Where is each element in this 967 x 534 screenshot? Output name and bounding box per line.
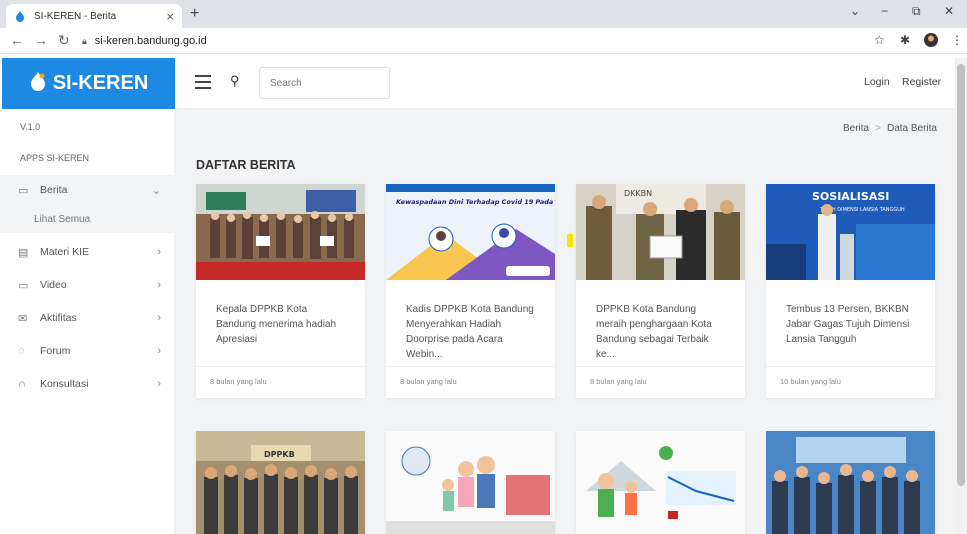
brand-logo[interactable]: SI-KEREN	[2, 58, 175, 109]
tab-title: SI-KEREN - Berita	[34, 10, 117, 22]
news-card[interactable]	[386, 431, 555, 534]
hamburger-menu-icon[interactable]	[195, 75, 211, 89]
url-text: si-keren.bandung.go.id	[94, 35, 207, 47]
chevron-right-icon: ›	[157, 312, 161, 324]
site-favicon-icon	[14, 10, 26, 22]
scrollbar-thumb[interactable]	[957, 64, 965, 486]
sidebar-item-berita[interactable]: ▭ Berita ⌄	[0, 175, 175, 205]
profile-avatar-icon[interactable]	[924, 33, 938, 50]
search-icon[interactable]: ⚲	[230, 73, 240, 89]
sidebar-item-aktifitas[interactable]: ✉ Aktifitas ›	[0, 303, 175, 333]
sidebar-item-materi-kie[interactable]: ▤ Materi KIE ›	[0, 237, 175, 267]
page-title: DAFTAR BERITA	[196, 158, 296, 172]
breadcrumb-separator: >	[875, 123, 881, 134]
newspaper-icon: ▤	[18, 246, 29, 259]
news-card[interactable]: SOSIALISASI TUJUH DIMENSI LANSIA TANGGUH…	[766, 184, 935, 398]
news-thumbnail	[766, 431, 935, 534]
mail-icon: ✉	[18, 312, 28, 325]
news-card[interactable]: DKKBN DPPKB Kota Bandung meraih pengharg…	[576, 184, 745, 398]
chevron-right-icon: ›	[157, 279, 161, 291]
sidebar-item-label: Berita	[40, 184, 68, 196]
chevron-right-icon: ›	[157, 345, 161, 357]
breadcrumb-data-berita: Data Berita	[886, 123, 937, 134]
extensions-icon[interactable]: ✱	[900, 33, 910, 47]
headset-icon: ∩	[18, 378, 26, 390]
drop-logo-icon	[29, 71, 47, 97]
sidebar-item-label: Video	[40, 279, 67, 291]
sidebar-item-label: Materi KIE	[40, 246, 90, 258]
apps-section-label: APPS SI-KEREN	[20, 153, 90, 163]
chevron-down-icon: ⌄	[151, 184, 161, 197]
news-thumbnail: DKKBN	[576, 184, 745, 280]
sidebar-item-label: Konsultasi	[40, 378, 89, 390]
sidebar: V.1.0 APPS SI-KEREN ▭ Berita ⌄ Lihat Sem…	[0, 109, 175, 534]
monitor-icon: ▭	[18, 184, 29, 197]
news-title[interactable]: Tembus 13 Persen, BKKBN Jabar Gagas Tuju…	[766, 280, 935, 366]
browser-tab-bar: SI-KEREN - Berita × + ⌄ − ⧉ ✕	[0, 0, 967, 28]
top-header: ⚲ Login Register	[175, 58, 955, 109]
back-icon[interactable]: ←	[10, 32, 24, 48]
news-timestamp: 8 bulan yang lalu	[196, 366, 365, 398]
chevron-right-icon: ›	[157, 378, 161, 390]
card-sign-text: DKKBN	[624, 189, 652, 198]
breadcrumb: Berita > Data Berita	[843, 123, 937, 134]
new-tab-button[interactable]: +	[190, 5, 199, 23]
news-thumbnail: DPPKB	[196, 431, 365, 534]
video-icon: ▭	[18, 279, 29, 292]
app-version: V.1.0	[20, 122, 41, 132]
news-card[interactable]: DPPKB	[196, 431, 365, 534]
news-timestamp: 10 bulan yang lalu	[766, 366, 935, 398]
forward-icon[interactable]: →	[34, 32, 48, 48]
search-input[interactable]	[259, 67, 390, 99]
browser-tab[interactable]: SI-KEREN - Berita ×	[6, 4, 182, 28]
news-thumbnail: Kewaspadaan Dini Terhadap Covid 19 Pada …	[386, 184, 555, 280]
tab-search-icon[interactable]: ⌄	[850, 4, 860, 18]
lock-icon: 🔒︎	[82, 35, 87, 46]
news-title[interactable]: DPPKB Kota Bandung meraih penghargaan Ko…	[576, 280, 745, 366]
url-field[interactable]: 🔒︎ si-keren.bandung.go.id	[82, 31, 892, 51]
bookmark-star-icon[interactable]: ☆	[874, 33, 885, 47]
browser-menu-icon[interactable]: ⋮	[951, 33, 963, 47]
brand-name: SI-KEREN	[52, 72, 149, 94]
news-thumbnail	[576, 431, 745, 534]
card-headline-text: SOSIALISASI	[812, 190, 889, 203]
chat-icon: ◌	[18, 345, 25, 357]
news-title[interactable]: Kepala DPPKB Kota Bandung menerima hadia…	[196, 280, 365, 366]
address-bar: ← → ↻ 🔒︎ si-keren.bandung.go.id ☆ ✱ ⋮	[0, 28, 967, 54]
main-content: Berita > Data Berita DAFTAR BERITA Kepal…	[175, 109, 955, 534]
page-scrollbar[interactable]	[955, 58, 967, 534]
maximize-button[interactable]: ⧉	[912, 4, 921, 19]
news-card[interactable]	[576, 431, 745, 534]
sidebar-subitem-lihat-semua[interactable]: Lihat Semua	[0, 205, 175, 233]
register-link[interactable]: Register	[902, 76, 941, 88]
news-thumbnail: SOSIALISASI TUJUH DIMENSI LANSIA TANGGUH	[766, 184, 935, 280]
news-timestamp: 8 bulan yang lalu	[386, 366, 555, 398]
news-card[interactable]: Kepala DPPKB Kota Bandung menerima hadia…	[196, 184, 365, 398]
sidebar-item-label: Aktifitas	[40, 312, 77, 324]
chevron-right-icon: ›	[157, 246, 161, 258]
login-link[interactable]: Login	[864, 76, 890, 88]
card-sign-text: DPPKB	[264, 450, 295, 459]
sidebar-item-konsultasi[interactable]: ∩ Konsultasi ›	[0, 369, 175, 399]
sidebar-item-label: Forum	[40, 345, 71, 357]
tab-close-icon[interactable]: ×	[166, 9, 174, 24]
highlight-marker	[567, 234, 573, 247]
sidebar-subitem-label: Lihat Semua	[34, 213, 91, 225]
news-timestamp: 8 bulan yang lalu	[576, 366, 745, 398]
breadcrumb-berita[interactable]: Berita	[843, 123, 869, 134]
minimize-button[interactable]: −	[881, 4, 888, 18]
reload-icon[interactable]: ↻	[58, 32, 70, 49]
news-thumbnail	[196, 184, 365, 280]
news-title[interactable]: Kadis DPPKB Kota Bandung Menyerahkan Had…	[386, 280, 555, 366]
close-window-button[interactable]: ✕	[944, 4, 954, 18]
news-card[interactable]	[766, 431, 935, 534]
news-thumbnail	[386, 431, 555, 534]
card-headline-text: Kewaspadaan Dini Terhadap Covid 19 Pada …	[396, 198, 555, 206]
news-card[interactable]: Kewaspadaan Dini Terhadap Covid 19 Pada …	[386, 184, 555, 398]
sidebar-item-forum[interactable]: ◌ Forum ›	[0, 336, 175, 366]
sidebar-item-video[interactable]: ▭ Video ›	[0, 270, 175, 300]
